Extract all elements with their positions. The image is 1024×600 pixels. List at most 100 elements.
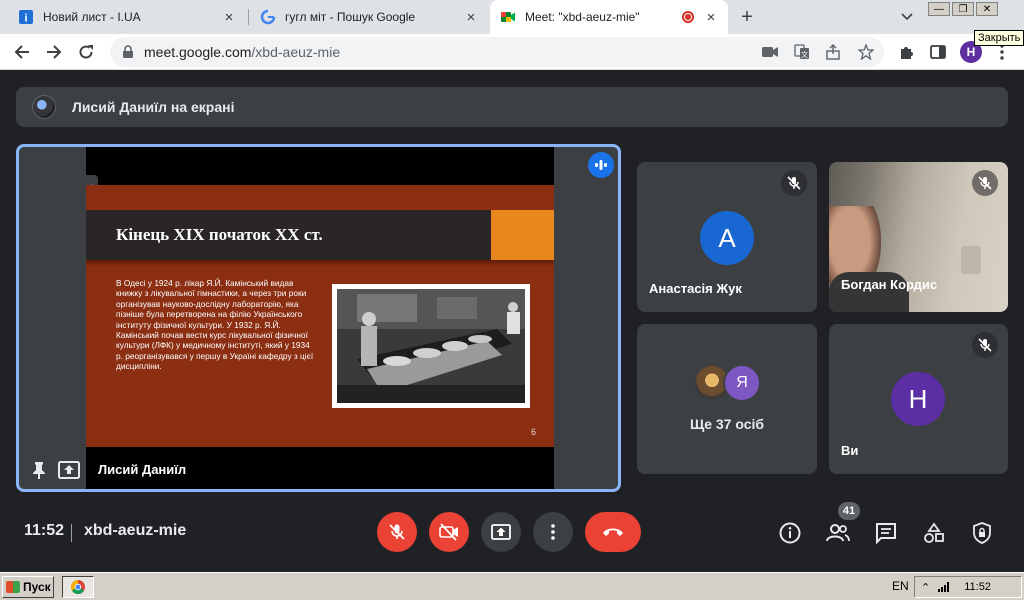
taskbar-chrome-button[interactable]: [62, 576, 94, 598]
more-vert-icon: [551, 524, 555, 540]
presenting-text: Лисий Даниїл на екрані: [72, 99, 235, 115]
share-icon[interactable]: [821, 40, 845, 64]
wall-outlet: [961, 246, 981, 274]
participant-tile-video[interactable]: Богдан Кордис: [829, 162, 1008, 312]
new-tab-button[interactable]: +: [736, 6, 758, 28]
more-participants-tile[interactable]: Я Ще 37 осіб: [637, 324, 817, 474]
self-tile[interactable]: H Ви: [829, 324, 1008, 474]
address-bar[interactable]: meet.google.com/xbd-aeuz-mie 文: [110, 37, 884, 67]
tab-iua[interactable]: i Новий лист - I.UA ×: [8, 0, 246, 34]
meeting-code: xbd-aeuz-mie: [84, 522, 187, 539]
meeting-details-button[interactable]: [777, 520, 803, 546]
close-window-button[interactable]: ✕: [976, 2, 998, 16]
meeting-controls: 11:52 xbd-aeuz-mie 41: [0, 502, 1024, 570]
restore-button[interactable]: ❐: [952, 2, 974, 16]
chevron-up-icon[interactable]: ⌃: [921, 581, 930, 594]
avatar-stack: Я: [693, 364, 765, 404]
tab-search-button[interactable]: [896, 6, 918, 28]
avatar: [32, 95, 56, 119]
avatar: А: [700, 211, 754, 265]
reload-button[interactable]: [74, 40, 98, 64]
tray-clock: 11:52: [964, 581, 991, 593]
present-screen-icon: [491, 524, 511, 540]
camera-off-icon: [439, 523, 458, 541]
presenter-name: Лисий Даниїл: [98, 462, 187, 477]
language-indicator[interactable]: EN: [892, 579, 909, 593]
tab-separator: [248, 9, 249, 25]
more-vert-icon: [1000, 44, 1004, 60]
people-icon: [826, 524, 850, 542]
camera-toggle-button[interactable]: [429, 512, 469, 552]
historical-photo: [332, 284, 530, 408]
leave-call-button[interactable]: [585, 512, 641, 552]
participant-name: Ви: [841, 443, 859, 458]
more-participants-label: Ще 37 осіб: [689, 416, 765, 432]
present-screen-icon: [57, 460, 81, 480]
mic-off-icon: [781, 170, 807, 196]
system-tray: ⌃ 11:52: [914, 576, 1022, 598]
start-label: Пуск: [23, 580, 51, 594]
arrow-right-icon: [47, 45, 62, 59]
mic-off-icon: [972, 332, 998, 358]
slide-title-bar: Кінець XIX початок XX ст.: [86, 210, 491, 260]
star-icon[interactable]: [854, 40, 878, 64]
slide-body: В Одесі у 1924 р. лікар Я.Й. Камінський …: [116, 278, 314, 372]
side-panel-icon: [930, 45, 946, 59]
meet-icon: [500, 9, 516, 25]
presentation-footer: Лисий Даниїл: [19, 451, 618, 489]
chevron-down-icon: [901, 13, 913, 21]
forward-button[interactable]: [42, 40, 66, 64]
close-icon[interactable]: ×: [462, 8, 480, 26]
more-options-button[interactable]: [533, 512, 573, 552]
chrome-icon: [71, 580, 85, 594]
tab-google-search[interactable]: гугл міт - Пошук Google ×: [250, 0, 488, 34]
pin-icon[interactable]: [29, 460, 49, 480]
meet-page: Лисий Даниїл на екрані ⟩ Кінець XIX поча…: [0, 70, 1024, 572]
shield-lock-icon: [973, 522, 991, 544]
participant-name: Анастасія Жук: [649, 281, 742, 296]
minimize-button[interactable]: —: [928, 2, 950, 16]
tab-meet[interactable]: Meet: "xbd-aeuz-mie" ×: [490, 0, 728, 34]
windows-logo-icon: [6, 581, 20, 593]
divider: [71, 524, 72, 542]
presentation-tile[interactable]: ⟩ Кінець XIX початок XX ст. В Одесі у 19…: [16, 144, 621, 492]
shapes-icon: [924, 522, 944, 543]
svg-text:i: i: [24, 13, 27, 25]
camera-icon[interactable]: [758, 40, 782, 64]
close-icon[interactable]: ×: [702, 8, 720, 26]
slide-number: 6: [531, 427, 537, 437]
close-icon[interactable]: ×: [220, 8, 238, 26]
tooltip: Закрыть: [974, 30, 1024, 46]
participant-tile[interactable]: А Анастасія Жук: [637, 162, 817, 312]
info-icon: [779, 522, 801, 544]
window-controls: — ❐ ✕: [928, 2, 998, 16]
present-now-button[interactable]: [481, 512, 521, 552]
start-button[interactable]: Пуск: [2, 576, 54, 598]
mic-off-icon: [972, 170, 998, 196]
url-path: /xbd-aeuz-mie: [251, 44, 341, 60]
meeting-time: 11:52: [24, 522, 65, 539]
lock-icon: [120, 44, 136, 60]
activities-button[interactable]: [921, 520, 947, 546]
svg-text:文: 文: [801, 50, 808, 59]
puzzle-icon: [901, 47, 913, 59]
back-button[interactable]: [10, 40, 34, 64]
side-panel-button[interactable]: [926, 40, 950, 64]
translate-icon[interactable]: 文: [790, 40, 814, 64]
tab-label: гугл міт - Пошук Google: [285, 10, 416, 24]
people-button[interactable]: [825, 520, 851, 546]
shared-screen: ⟩ Кінець XIX початок XX ст. В Одесі у 19…: [86, 147, 554, 489]
participant-name: Богдан Кордис: [841, 277, 938, 292]
reload-icon: [79, 45, 93, 59]
chat-button[interactable]: [873, 520, 899, 546]
extensions-button[interactable]: [894, 40, 918, 64]
tab-label: Meet: "xbd-aeuz-mie": [525, 10, 640, 24]
tab-label: Новий лист - I.UA: [43, 10, 141, 24]
host-controls-button[interactable]: [969, 520, 995, 546]
microphone-toggle-button[interactable]: [377, 512, 417, 552]
presenting-banner: Лисий Даниїл на екрані: [16, 87, 1008, 127]
mic-off-icon: [389, 524, 405, 540]
signal-icon: [938, 582, 954, 592]
windows-taskbar: Пуск EN ⌃ 11:52: [0, 572, 1024, 600]
google-icon: [260, 9, 276, 25]
